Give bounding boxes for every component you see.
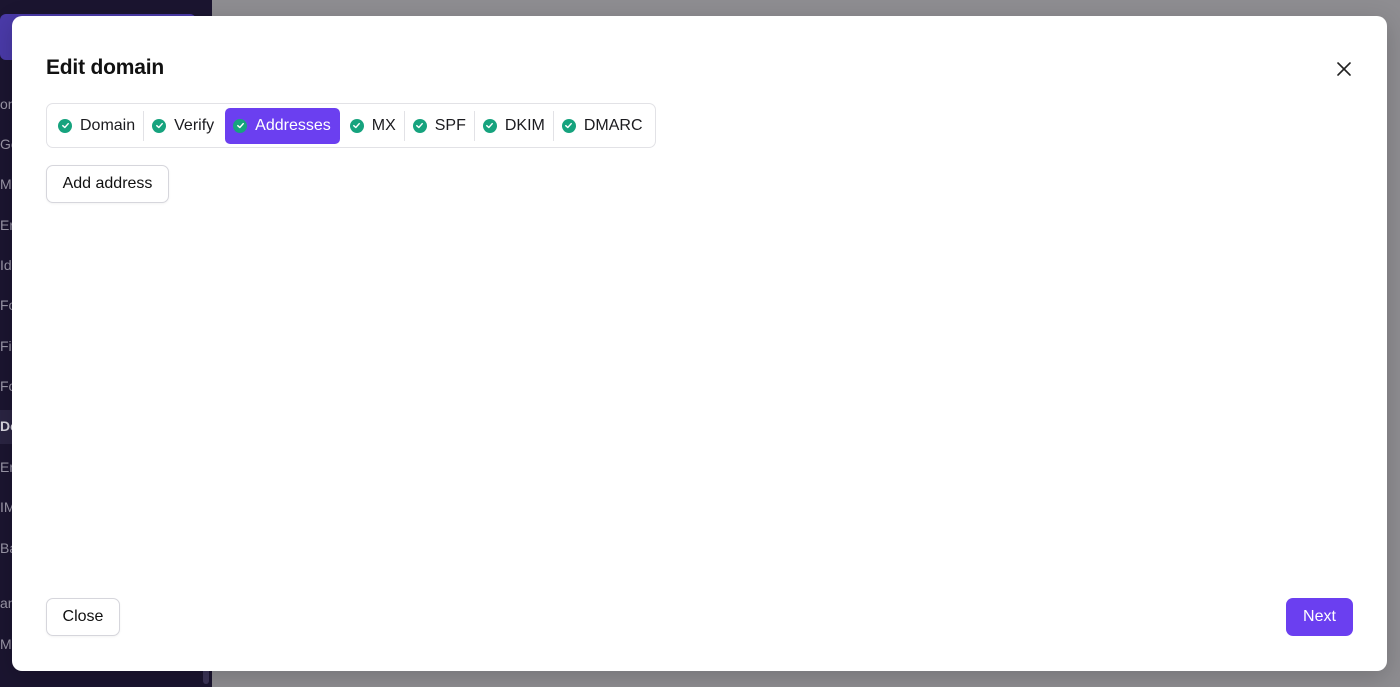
tab-label: MX	[371, 116, 396, 134]
tab-label: SPF	[434, 116, 466, 134]
tab-dkim[interactable]: DKIM	[473, 108, 554, 144]
add-address-button[interactable]: Add address	[46, 165, 169, 203]
check-circle-icon	[233, 118, 248, 133]
tab-label: DMARC	[583, 116, 643, 134]
tab-label: Verify	[174, 116, 215, 134]
tab-dmarc[interactable]: DMARC	[552, 108, 652, 144]
tab-spf[interactable]: SPF	[403, 108, 475, 144]
tab-label: Addresses	[255, 116, 331, 134]
tab-addresses[interactable]: Addresses	[225, 107, 340, 144]
dialog-title: Edit domain	[46, 56, 164, 79]
check-circle-icon	[482, 118, 497, 133]
close-icon[interactable]	[1332, 57, 1356, 81]
check-circle-icon	[58, 118, 72, 133]
edit-domain-dialog: Edit domain Domain Verify Addresses MX S…	[12, 16, 1387, 671]
background-sidebar-item: M	[0, 176, 12, 192]
tab-label: Domain	[80, 116, 136, 134]
close-button[interactable]: Close	[46, 598, 120, 636]
background-sidebar-item: M	[0, 636, 12, 652]
tab-domain[interactable]: Domain	[50, 108, 144, 144]
step-tabs: Domain Verify Addresses MX SPF DKIM DMAR…	[46, 103, 656, 148]
tab-verify[interactable]: Verify	[143, 108, 223, 144]
background-sidebar-item: Id	[0, 257, 12, 273]
tab-label: DKIM	[504, 116, 545, 134]
check-circle-icon	[412, 118, 427, 133]
check-circle-icon	[561, 118, 576, 133]
check-circle-icon	[152, 118, 167, 133]
background-sidebar-item: Fi	[0, 338, 12, 354]
check-circle-icon	[349, 118, 364, 133]
tab-mx[interactable]: MX	[342, 108, 405, 144]
next-button[interactable]: Next	[1286, 598, 1353, 636]
